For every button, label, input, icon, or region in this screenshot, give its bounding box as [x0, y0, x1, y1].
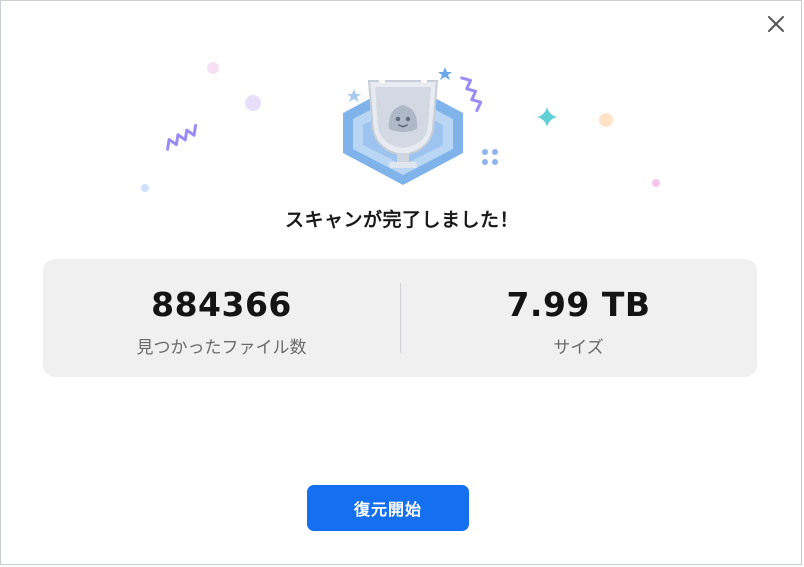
scan-stats-panel: 884366 見つかったファイル数 7.99 TB サイズ	[43, 259, 757, 377]
size-value: 7.99 TB	[506, 285, 651, 324]
scan-complete-dialog: スキャンが完了しました！ 884366 見つかったファイル数 7.99 TB サ…	[0, 0, 802, 565]
dialog-title: スキャンが完了しました！	[284, 209, 519, 231]
files-found-stat: 884366 見つかったファイル数	[43, 259, 400, 377]
trophy-icon	[343, 71, 463, 185]
size-label: サイズ	[553, 338, 604, 358]
close-button[interactable]	[765, 13, 787, 35]
files-found-value: 884366	[151, 285, 292, 324]
files-found-label: 見つかったファイル数	[136, 338, 307, 358]
start-recovery-button[interactable]: 復元開始	[307, 485, 469, 531]
close-icon	[768, 16, 784, 32]
size-stat: 7.99 TB サイズ	[400, 259, 757, 377]
